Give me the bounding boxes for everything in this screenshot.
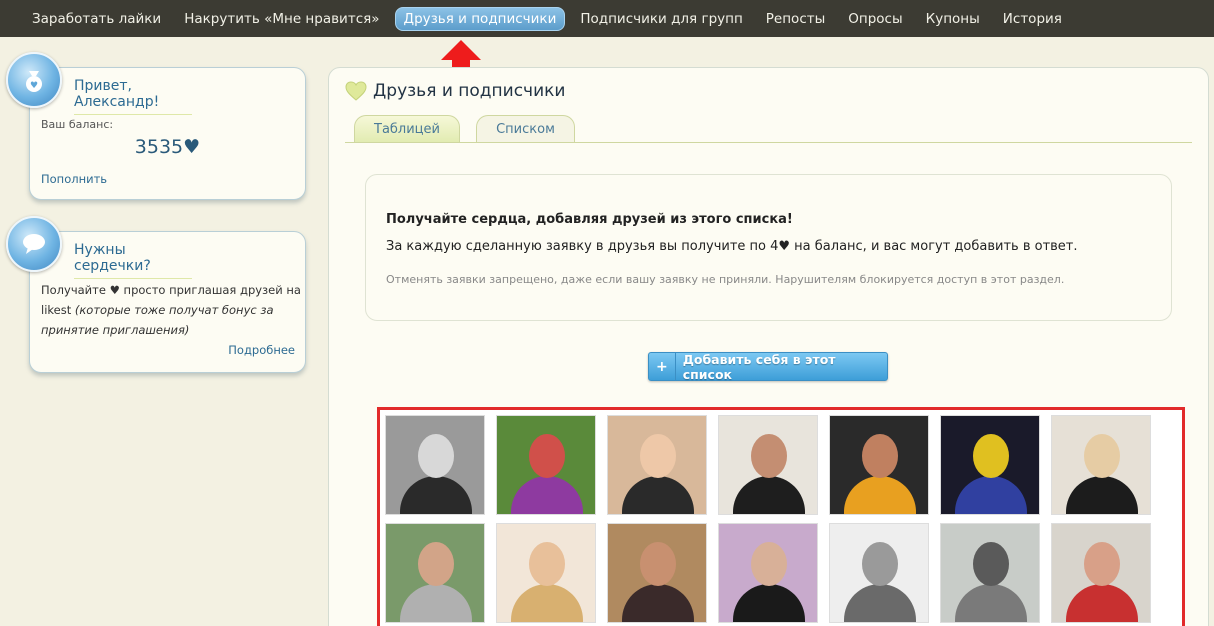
avatar-body <box>400 476 472 514</box>
avatar-head <box>640 542 676 586</box>
avatar-head <box>862 542 898 586</box>
friend-avatar[interactable] <box>718 523 818 623</box>
hearts-card: Нужны сердечки? Получайте ♥ просто пригл… <box>6 216 306 373</box>
avatar-body <box>1066 476 1138 514</box>
nav-item[interactable]: Купоны <box>918 8 988 30</box>
avatar-body <box>733 476 805 514</box>
svg-text:♥: ♥ <box>30 81 38 91</box>
avatar-body <box>511 476 583 514</box>
avatar-head <box>973 434 1009 478</box>
friend-avatar[interactable] <box>385 523 485 623</box>
friend-avatar[interactable] <box>829 523 929 623</box>
balance-label: Ваш баланс: <box>41 118 114 131</box>
avatar-body <box>622 476 694 514</box>
tabs-divider <box>345 142 1192 143</box>
info-text: За каждую сделанную заявку в друзья вы п… <box>386 239 1078 254</box>
avatar-body <box>511 584 583 622</box>
balance-value: 3535♥ <box>134 136 201 158</box>
avatar-body <box>844 476 916 514</box>
friend-avatar[interactable] <box>1051 523 1151 623</box>
avatar-body <box>400 584 472 622</box>
money-bag-icon: ♥ <box>6 52 62 108</box>
avatar-head <box>529 542 565 586</box>
top-navigation: Заработать лайки Накрутить «Мне нравится»… <box>0 0 1214 37</box>
avatar-body <box>844 584 916 622</box>
page-title: Друзья и подписчики <box>373 81 566 101</box>
avatar-head <box>418 542 454 586</box>
hearts-text-italic: (которые тоже получат бонус за принятие … <box>41 303 274 337</box>
avatar-head <box>1084 434 1120 478</box>
avatar-head <box>862 434 898 478</box>
friends-photo-grid <box>377 407 1185 626</box>
avatar-head <box>751 542 787 586</box>
add-self-label: Добавить себя в этот список <box>682 351 836 382</box>
nav-item[interactable]: История <box>995 8 1070 30</box>
speech-bubble-icon <box>6 216 62 272</box>
plus-icon: + <box>649 353 676 380</box>
friend-avatar[interactable] <box>607 523 707 623</box>
avatar-head <box>751 434 787 478</box>
friend-avatar[interactable] <box>940 523 1040 623</box>
topup-link[interactable]: Пополнить <box>41 172 107 186</box>
avatar-head <box>418 434 454 478</box>
friend-avatar[interactable] <box>829 415 929 515</box>
info-title: Получайте сердца, добавляя друзей из это… <box>386 212 793 227</box>
avatar-body <box>733 584 805 622</box>
avatar-body <box>622 584 694 622</box>
nav-item[interactable]: Накрутить «Мне нравится» <box>176 8 387 30</box>
add-self-button[interactable]: + Добавить себя в этот список <box>648 351 888 382</box>
friend-avatar[interactable] <box>607 415 707 515</box>
heart-icon <box>345 81 367 101</box>
hearts-title: Нужны сердечки? <box>74 242 192 279</box>
nav-item[interactable]: Подписчики для групп <box>572 8 750 30</box>
avatar-head <box>973 542 1009 586</box>
greeting-title: Привет, Александр! <box>74 78 192 115</box>
info-note: Отменять заявки запрещено, даже если ваш… <box>386 273 1065 286</box>
friend-avatar[interactable] <box>1051 415 1151 515</box>
main-panel: Друзья и подписчики Таблицей Списком Пол… <box>328 67 1209 626</box>
avatar-head <box>640 434 676 478</box>
friend-avatar[interactable] <box>718 415 818 515</box>
greeting-card: ♥ Привет, Александр! Ваш баланс: 3535♥ П… <box>6 52 306 200</box>
avatar-body <box>955 584 1027 622</box>
friend-avatar[interactable] <box>385 415 485 515</box>
nav-item[interactable]: Репосты <box>758 8 833 30</box>
hearts-text: Получайте ♥ просто приглашая друзей на l… <box>41 280 301 340</box>
more-link[interactable]: Подробнее <box>228 343 295 357</box>
avatar-head <box>1084 542 1120 586</box>
tab-list[interactable]: Списком <box>476 115 575 143</box>
friend-avatar[interactable] <box>496 415 596 515</box>
avatar-body <box>1066 584 1138 622</box>
nav-item[interactable]: Заработать лайки <box>24 8 169 30</box>
nav-item[interactable]: Опросы <box>840 8 910 30</box>
friend-avatar[interactable] <box>940 415 1040 515</box>
friend-avatar[interactable] <box>496 523 596 623</box>
avatar-body <box>955 476 1027 514</box>
info-box: Получайте сердца, добавляя друзей из это… <box>365 174 1172 321</box>
nav-item[interactable]: Друзья и подписчики <box>394 6 566 31</box>
tab-table[interactable]: Таблицей <box>354 115 460 143</box>
avatar-head <box>529 434 565 478</box>
